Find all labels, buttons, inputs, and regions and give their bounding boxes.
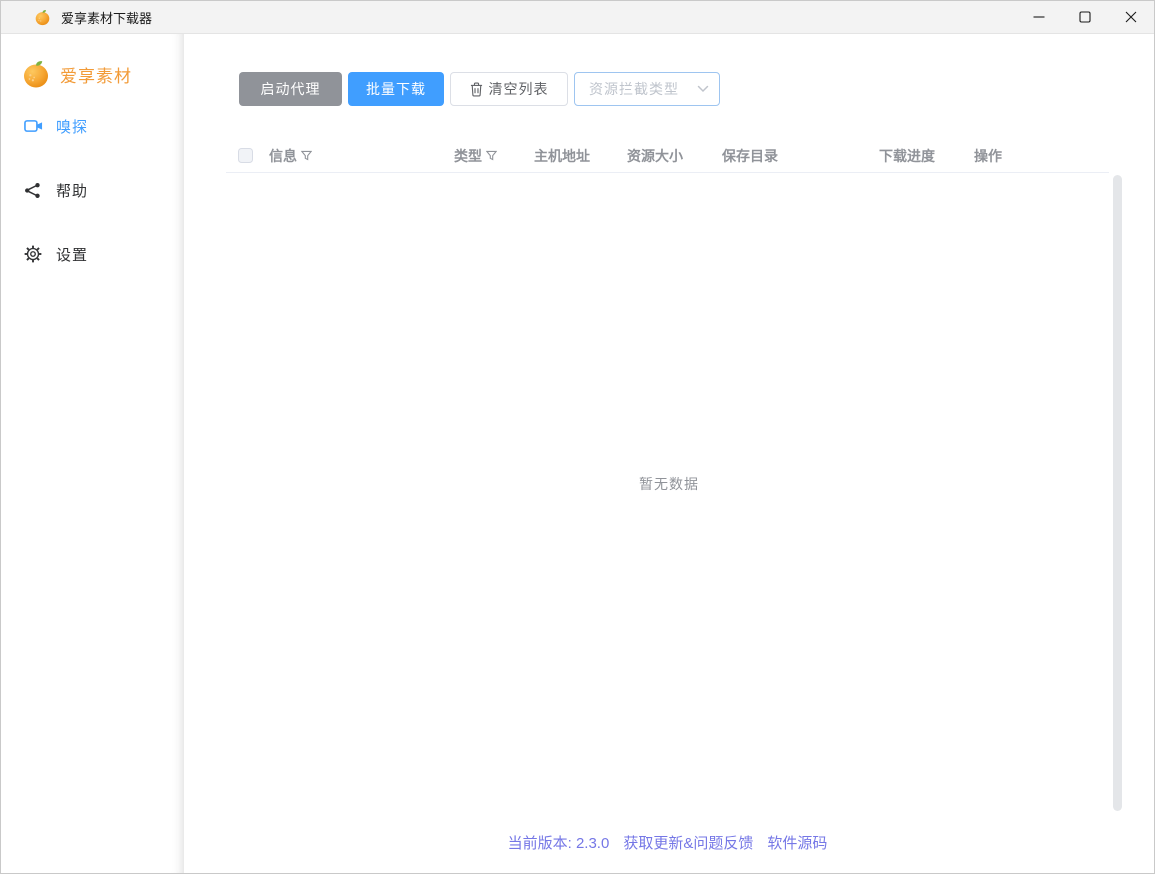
maximize-icon bbox=[1079, 11, 1091, 23]
app-logo-icon bbox=[34, 9, 51, 26]
footer: 当前版本: 2.3.0 获取更新&问题反馈 软件源码 bbox=[226, 832, 1109, 853]
sidebar: 爱享素材 嗅探 bbox=[1, 34, 184, 873]
sidebar-item-label: 设置 bbox=[56, 244, 88, 265]
table-body: 暂无数据 bbox=[184, 173, 1154, 873]
sidebar-item-sniff[interactable]: 嗅探 bbox=[1, 94, 184, 158]
resource-type-placeholder: 资源拦截类型 bbox=[589, 79, 697, 99]
filter-funnel-icon[interactable] bbox=[486, 150, 497, 161]
sidebar-menu: 嗅探 bbox=[1, 94, 184, 286]
clear-list-label: 清空列表 bbox=[489, 79, 549, 99]
sidebar-item-label: 嗅探 bbox=[56, 116, 88, 137]
column-label: 信息 bbox=[269, 146, 297, 166]
batch-download-button[interactable]: 批量下载 bbox=[348, 72, 444, 106]
header-cell-host: 主机地址 bbox=[534, 146, 627, 166]
sidebar-item-label: 帮助 bbox=[56, 180, 88, 201]
column-label: 类型 bbox=[454, 146, 482, 166]
share-icon bbox=[24, 181, 43, 200]
gear-icon bbox=[24, 245, 43, 264]
scrollbar[interactable] bbox=[1113, 175, 1122, 811]
video-camera-icon bbox=[24, 117, 43, 136]
select-all-checkbox[interactable] bbox=[238, 148, 253, 163]
maximize-button[interactable] bbox=[1062, 1, 1108, 33]
titlebar: 爱享素材下载器 bbox=[1, 1, 1154, 34]
orange-fruit-icon bbox=[21, 59, 51, 89]
download-table: 信息 类型 bbox=[226, 106, 1109, 173]
column-label: 保存目录 bbox=[722, 146, 778, 166]
column-label: 主机地址 bbox=[534, 146, 590, 166]
minimize-icon bbox=[1033, 11, 1045, 23]
header-cell-type: 类型 bbox=[454, 146, 534, 166]
app-window: 爱享素材下载器 bbox=[0, 0, 1155, 874]
column-label: 操作 bbox=[974, 146, 1002, 166]
main-panel: 启动代理 批量下载 清空列表 资源拦截类型 bbox=[184, 34, 1154, 873]
header-cell-select bbox=[226, 148, 269, 163]
window-title: 爱享素材下载器 bbox=[61, 8, 152, 27]
brand-name: 爱享素材 bbox=[60, 62, 132, 87]
toolbar: 启动代理 批量下载 清空列表 资源拦截类型 bbox=[239, 72, 1154, 106]
header-cell-size: 资源大小 bbox=[627, 146, 722, 166]
close-icon bbox=[1125, 11, 1137, 23]
table-header-row: 信息 类型 bbox=[226, 139, 1109, 173]
update-feedback-link[interactable]: 获取更新&问题反馈 bbox=[623, 832, 753, 853]
column-label: 资源大小 bbox=[627, 146, 683, 166]
chevron-down-icon bbox=[697, 85, 709, 93]
start-proxy-button[interactable]: 启动代理 bbox=[239, 72, 342, 106]
brand-logo: 爱享素材 bbox=[1, 58, 184, 90]
app-body: 爱享素材 嗅探 bbox=[1, 34, 1154, 873]
resource-type-select[interactable]: 资源拦截类型 bbox=[574, 72, 720, 106]
sidebar-item-settings[interactable]: 设置 bbox=[1, 222, 184, 286]
header-cell-directory: 保存目录 bbox=[722, 146, 879, 166]
column-label: 下载进度 bbox=[879, 146, 935, 166]
version-text: 当前版本: 2.3.0 bbox=[508, 832, 610, 853]
trash-icon bbox=[470, 82, 483, 97]
header-cell-actions: 操作 bbox=[974, 146, 1109, 166]
window-controls bbox=[1016, 1, 1154, 33]
empty-state-text: 暂无数据 bbox=[639, 474, 699, 494]
sidebar-item-help[interactable]: 帮助 bbox=[1, 158, 184, 222]
minimize-button[interactable] bbox=[1016, 1, 1062, 33]
close-button[interactable] bbox=[1108, 1, 1154, 33]
header-cell-info: 信息 bbox=[269, 146, 454, 166]
clear-list-button[interactable]: 清空列表 bbox=[450, 72, 568, 106]
filter-funnel-icon[interactable] bbox=[301, 150, 312, 161]
header-cell-progress: 下载进度 bbox=[879, 146, 974, 166]
source-code-link[interactable]: 软件源码 bbox=[767, 832, 827, 853]
